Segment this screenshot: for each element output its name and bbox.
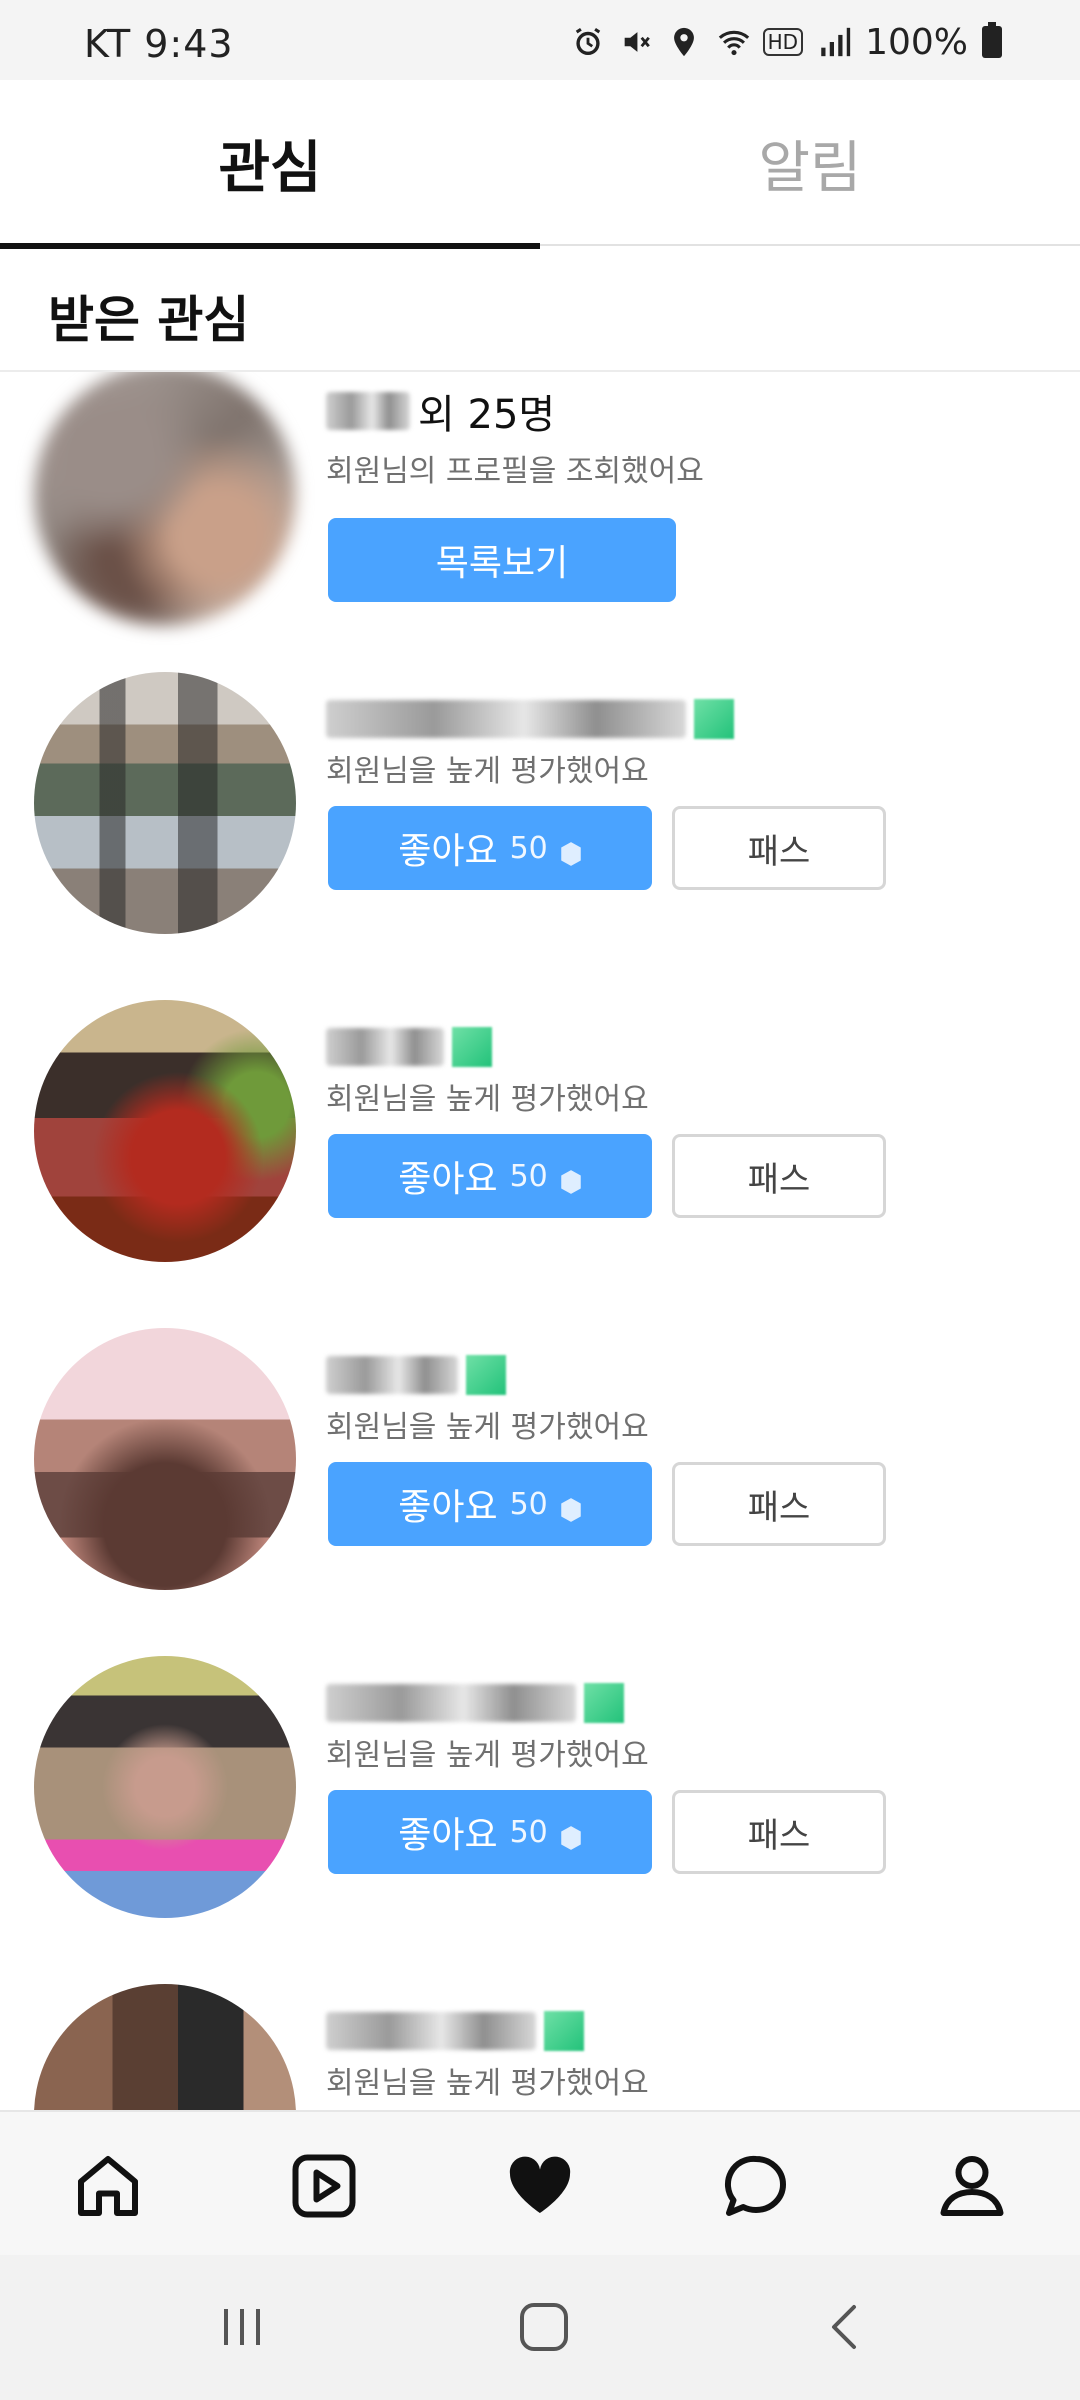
rating-description: 회원님을 높게 평가했어요 (326, 754, 649, 789)
viewer-name: 외 25명 (326, 386, 555, 438)
like-cost: 50 (509, 1158, 548, 1194)
list-item: 회원님을 높게 평가했어요 좋아요 50 패스 (0, 1000, 1080, 1328)
like-cost: 50 (509, 1814, 548, 1850)
pass-button[interactable]: 패스 (672, 1790, 886, 1874)
viewed-description: 회원님의 프로필을 조회했어요 (326, 454, 704, 489)
interest-list[interactable]: 외 25명 회원님의 프로필을 조회했어요 목록보기 회원님을 높게 평가했어요… (0, 372, 1080, 2110)
blurred-name (326, 700, 686, 738)
user-name (326, 1350, 506, 1400)
list-item: 외 25명 회원님의 프로필을 조회했어요 목록보기 (0, 372, 1080, 700)
user-name (326, 1678, 624, 1728)
mute-icon (619, 25, 653, 59)
back-icon[interactable] (816, 2297, 876, 2357)
tab-interest[interactable]: 관심 (0, 80, 540, 249)
blurred-name (326, 1356, 458, 1394)
tab-active-indicator (0, 243, 540, 249)
recent-apps-icon[interactable] (212, 2297, 272, 2357)
avatar[interactable] (34, 1000, 296, 1262)
signal-icon (817, 25, 851, 59)
like-label: 좋아요 (398, 831, 498, 872)
verified-badge-icon (584, 1683, 624, 1723)
like-button[interactable]: 좋아요 50 (328, 1462, 652, 1546)
battery-icon (982, 22, 1002, 58)
blurred-name (326, 392, 410, 430)
chat-icon[interactable] (720, 2150, 792, 2222)
avatar[interactable] (34, 672, 296, 934)
avatar[interactable] (34, 372, 296, 626)
verified-badge-icon (694, 699, 734, 739)
tab-bar: 관심 알림 (0, 80, 1080, 249)
like-cost: 50 (509, 830, 548, 866)
home-button-icon[interactable] (514, 2297, 574, 2357)
verified-badge-icon (544, 2011, 584, 2051)
list-item: 회원님을 높게 평가했어요 (0, 1984, 1080, 2110)
gem-icon (560, 835, 582, 866)
user-name (326, 694, 734, 744)
rating-description: 회원님을 높게 평가했어요 (326, 1082, 649, 1117)
view-list-button[interactable]: 목록보기 (328, 518, 676, 602)
tab-notifications-label: 알림 (758, 135, 862, 201)
wifi-icon (715, 25, 749, 59)
viewer-count: 외 25명 (418, 392, 556, 438)
tab-interest-label: 관심 (218, 135, 322, 201)
status-bar: KT 9:43 HD 100% (0, 0, 1080, 80)
rating-description: 회원님을 높게 평가했어요 (326, 1738, 649, 1773)
status-icons: HD 100% (571, 21, 1002, 63)
heart-icon[interactable] (504, 2150, 576, 2222)
like-button[interactable]: 좋아요 50 (328, 1790, 652, 1874)
like-button[interactable]: 좋아요 50 (328, 806, 652, 890)
blurred-name (326, 1684, 576, 1722)
location-icon (667, 25, 701, 59)
avatar[interactable] (34, 1328, 296, 1590)
gem-icon (560, 1819, 582, 1850)
rating-description: 회원님을 높게 평가했어요 (326, 2066, 649, 2101)
alarm-icon (571, 25, 605, 59)
tab-notifications[interactable]: 알림 (540, 80, 1080, 246)
like-button[interactable]: 좋아요 50 (328, 1134, 652, 1218)
like-cost: 50 (509, 1486, 548, 1522)
user-name (326, 1022, 492, 1072)
status-carrier-time: KT 9:43 (84, 22, 234, 66)
list-item: 회원님을 높게 평가했어요 좋아요 50 패스 (0, 1328, 1080, 1656)
verified-badge-icon (466, 1355, 506, 1395)
gem-icon (560, 1163, 582, 1194)
list-item: 회원님을 높게 평가했어요 좋아요 50 패스 (0, 1656, 1080, 1984)
home-icon[interactable] (72, 2150, 144, 2222)
gem-icon (560, 1491, 582, 1522)
avatar[interactable] (34, 1984, 296, 2110)
hd-indicator: HD (762, 28, 804, 56)
like-label: 좋아요 (398, 1487, 498, 1528)
pass-button[interactable]: 패스 (672, 1134, 886, 1218)
blurred-name (326, 1028, 444, 1066)
pass-button[interactable]: 패스 (672, 1462, 886, 1546)
bottom-nav (0, 2110, 1080, 2255)
profile-icon[interactable] (936, 2150, 1008, 2222)
battery-percent: 100% (865, 21, 968, 63)
list-item: 회원님을 높게 평가했어요 좋아요 50 패스 (0, 672, 1080, 1000)
like-label: 좋아요 (398, 1815, 498, 1856)
system-nav-bar (0, 2255, 1080, 2400)
blurred-name (326, 2012, 536, 2050)
pass-button[interactable]: 패스 (672, 806, 886, 890)
rating-description: 회원님을 높게 평가했어요 (326, 1410, 649, 1445)
section-title: 받은 관심 (48, 291, 250, 349)
verified-badge-icon (452, 1027, 492, 1067)
like-label: 좋아요 (398, 1159, 498, 1200)
play-icon[interactable] (288, 2150, 360, 2222)
user-name (326, 2006, 584, 2056)
avatar[interactable] (34, 1656, 296, 1918)
